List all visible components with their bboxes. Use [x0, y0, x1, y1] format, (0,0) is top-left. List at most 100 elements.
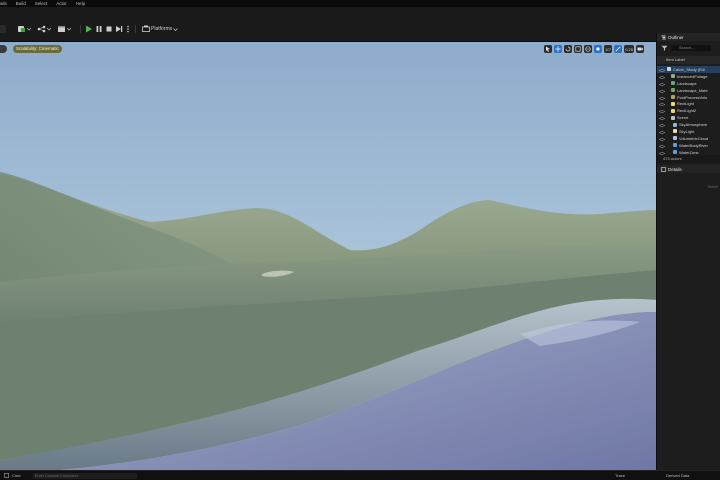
actor-type-icon: [671, 101, 675, 106]
menu-item-help[interactable]: Help: [76, 1, 85, 6]
outliner-row[interactable]: SkyLight: [657, 128, 720, 135]
outliner-item-label: Landscape: [677, 80, 697, 86]
visibility-eye-icon[interactable]: [658, 96, 666, 100]
scale-button[interactable]: [574, 45, 583, 53]
cmd-selector[interactable]: Cmd: [12, 473, 20, 479]
outliner-item-label: VolumetricCloud: [679, 135, 709, 141]
snap-icon: [596, 47, 600, 51]
toolbar-divider: [135, 25, 136, 33]
outliner-item-label: WaterBodyRiver: [679, 142, 708, 148]
outliner-item-label: RectLight2: [677, 108, 697, 114]
visibility-eye-icon[interactable]: [658, 123, 666, 127]
visibility-eye-icon[interactable]: [658, 82, 666, 86]
menu-item-build[interactable]: Build: [16, 1, 26, 6]
landscape-render: [0, 42, 656, 470]
rotate-icon: [565, 46, 571, 52]
menu-bar: ails Build Select Actor Help: [0, 0, 720, 7]
scale-icon: [575, 46, 581, 52]
stop-icon: [106, 26, 112, 32]
cinematics-button[interactable]: [57, 24, 71, 34]
details-empty-text: Select: [707, 185, 718, 189]
play-options-button[interactable]: [125, 24, 131, 34]
mode-selector-button[interactable]: [0, 24, 6, 34]
visibility-eye-icon[interactable]: [658, 130, 666, 134]
details-tab-label: Details: [668, 166, 682, 172]
outliner-item-label: InstancedFoliage: [677, 73, 708, 79]
chevron-down-icon: [173, 27, 178, 31]
visibility-eye-icon[interactable]: [658, 102, 666, 107]
world-local-button[interactable]: [584, 45, 593, 53]
outliner-row[interactable]: VolumetricCloud: [657, 135, 720, 142]
outliner-icon: [661, 35, 666, 39]
pause-button[interactable]: [95, 24, 103, 34]
scale-snap-value[interactable]: 0.25: [624, 45, 634, 53]
add-actor-icon: [18, 26, 31, 32]
outliner-row[interactable]: InstancedFoliage: [657, 73, 720, 80]
outliner-row[interactable]: RectLight: [657, 100, 720, 107]
tab-details[interactable]: Details: [657, 165, 720, 173]
pause-icon: [96, 26, 102, 32]
outliner-row[interactable]: Calvin_Study (Edi: [657, 66, 720, 73]
outliner-row[interactable]: Landscape: [657, 80, 720, 87]
visibility-eye-icon[interactable]: [658, 116, 666, 120]
menu-item-actor[interactable]: Actor: [56, 1, 67, 6]
rotation-snap-value: 10°: [605, 46, 612, 52]
visibility-eye-icon[interactable]: [658, 144, 666, 148]
outliner-item-label: RectLight: [677, 101, 694, 107]
visibility-eye-icon[interactable]: [658, 151, 666, 155]
surface-snap-button[interactable]: [594, 45, 603, 53]
menu-item-select[interactable]: Select: [35, 1, 48, 6]
visibility-eye-icon[interactable]: [658, 89, 666, 93]
actor-type-icon: [671, 81, 675, 86]
details-icon: [661, 166, 666, 172]
outliner-column-header[interactable]: Item Label: [657, 56, 720, 64]
platforms-button[interactable]: Platforms: [142, 24, 178, 34]
visibility-eye-icon[interactable]: [658, 109, 666, 114]
outliner-item-label: Calvin_Study (Edi: [673, 66, 705, 72]
stop-button[interactable]: [105, 24, 113, 34]
rotation-snap-button[interactable]: 10°: [604, 45, 613, 53]
camera-speed-button[interactable]: [636, 45, 644, 53]
filter-icon[interactable]: [661, 45, 668, 51]
actor-type-icon: [671, 74, 675, 79]
actor-count: 473 actors: [657, 155, 720, 163]
clapper-icon: [58, 26, 71, 32]
outliner-item-label: SkyAtmosphere: [679, 122, 708, 128]
blueprint-button[interactable]: [37, 24, 51, 34]
menu-item-details[interactable]: ails: [0, 1, 7, 6]
rotate-button[interactable]: [564, 45, 573, 53]
trace-button[interactable]: Trace: [615, 473, 625, 479]
outliner-row[interactable]: RectLight2: [657, 107, 720, 114]
visibility-eye-icon[interactable]: [658, 68, 666, 72]
platforms-icon: [142, 25, 150, 32]
select-mode-button[interactable]: [544, 45, 553, 53]
visibility-eye-icon[interactable]: [658, 75, 666, 79]
outliner-row[interactable]: PostProcessVolu: [657, 94, 720, 101]
console-command-input[interactable]: Enter Console Command: [33, 473, 137, 479]
translate-button[interactable]: [554, 45, 563, 53]
outliner-row[interactable]: Landscape_Mate: [657, 87, 720, 94]
derived-data-button[interactable]: Derived Data: [666, 473, 689, 479]
outliner-tab-label: Outliner: [668, 34, 684, 40]
outliner-row[interactable]: WaterBodyRiver: [657, 142, 720, 149]
outliner-search-input[interactable]: Search...: [671, 45, 711, 51]
actor-type-icon: [673, 129, 677, 134]
actor-type-icon: [673, 122, 677, 127]
toolbar-divider: [80, 25, 81, 33]
actor-type-icon: [673, 143, 677, 148]
outliner-row[interactable]: Scene: [657, 114, 720, 121]
viewport-toolbar: 10° 0.25: [544, 45, 644, 53]
play-button[interactable]: [85, 24, 93, 34]
level-viewport[interactable]: Scalability: Cinematic 10° 0.25: [0, 42, 656, 470]
camera-icon: [637, 47, 643, 51]
visibility-eye-icon[interactable]: [658, 137, 666, 141]
outliner-row[interactable]: SkyAtmosphere: [657, 121, 720, 128]
console-icon: [4, 473, 9, 479]
actor-type-icon: [671, 95, 675, 99]
tab-outliner[interactable]: Outliner: [657, 33, 720, 41]
outliner-item-label: WaterZone: [679, 149, 699, 155]
actor-type-icon: [673, 150, 677, 155]
add-actor-button[interactable]: [17, 24, 31, 34]
eject-button[interactable]: [115, 24, 123, 34]
scale-snap-button[interactable]: [614, 45, 623, 53]
